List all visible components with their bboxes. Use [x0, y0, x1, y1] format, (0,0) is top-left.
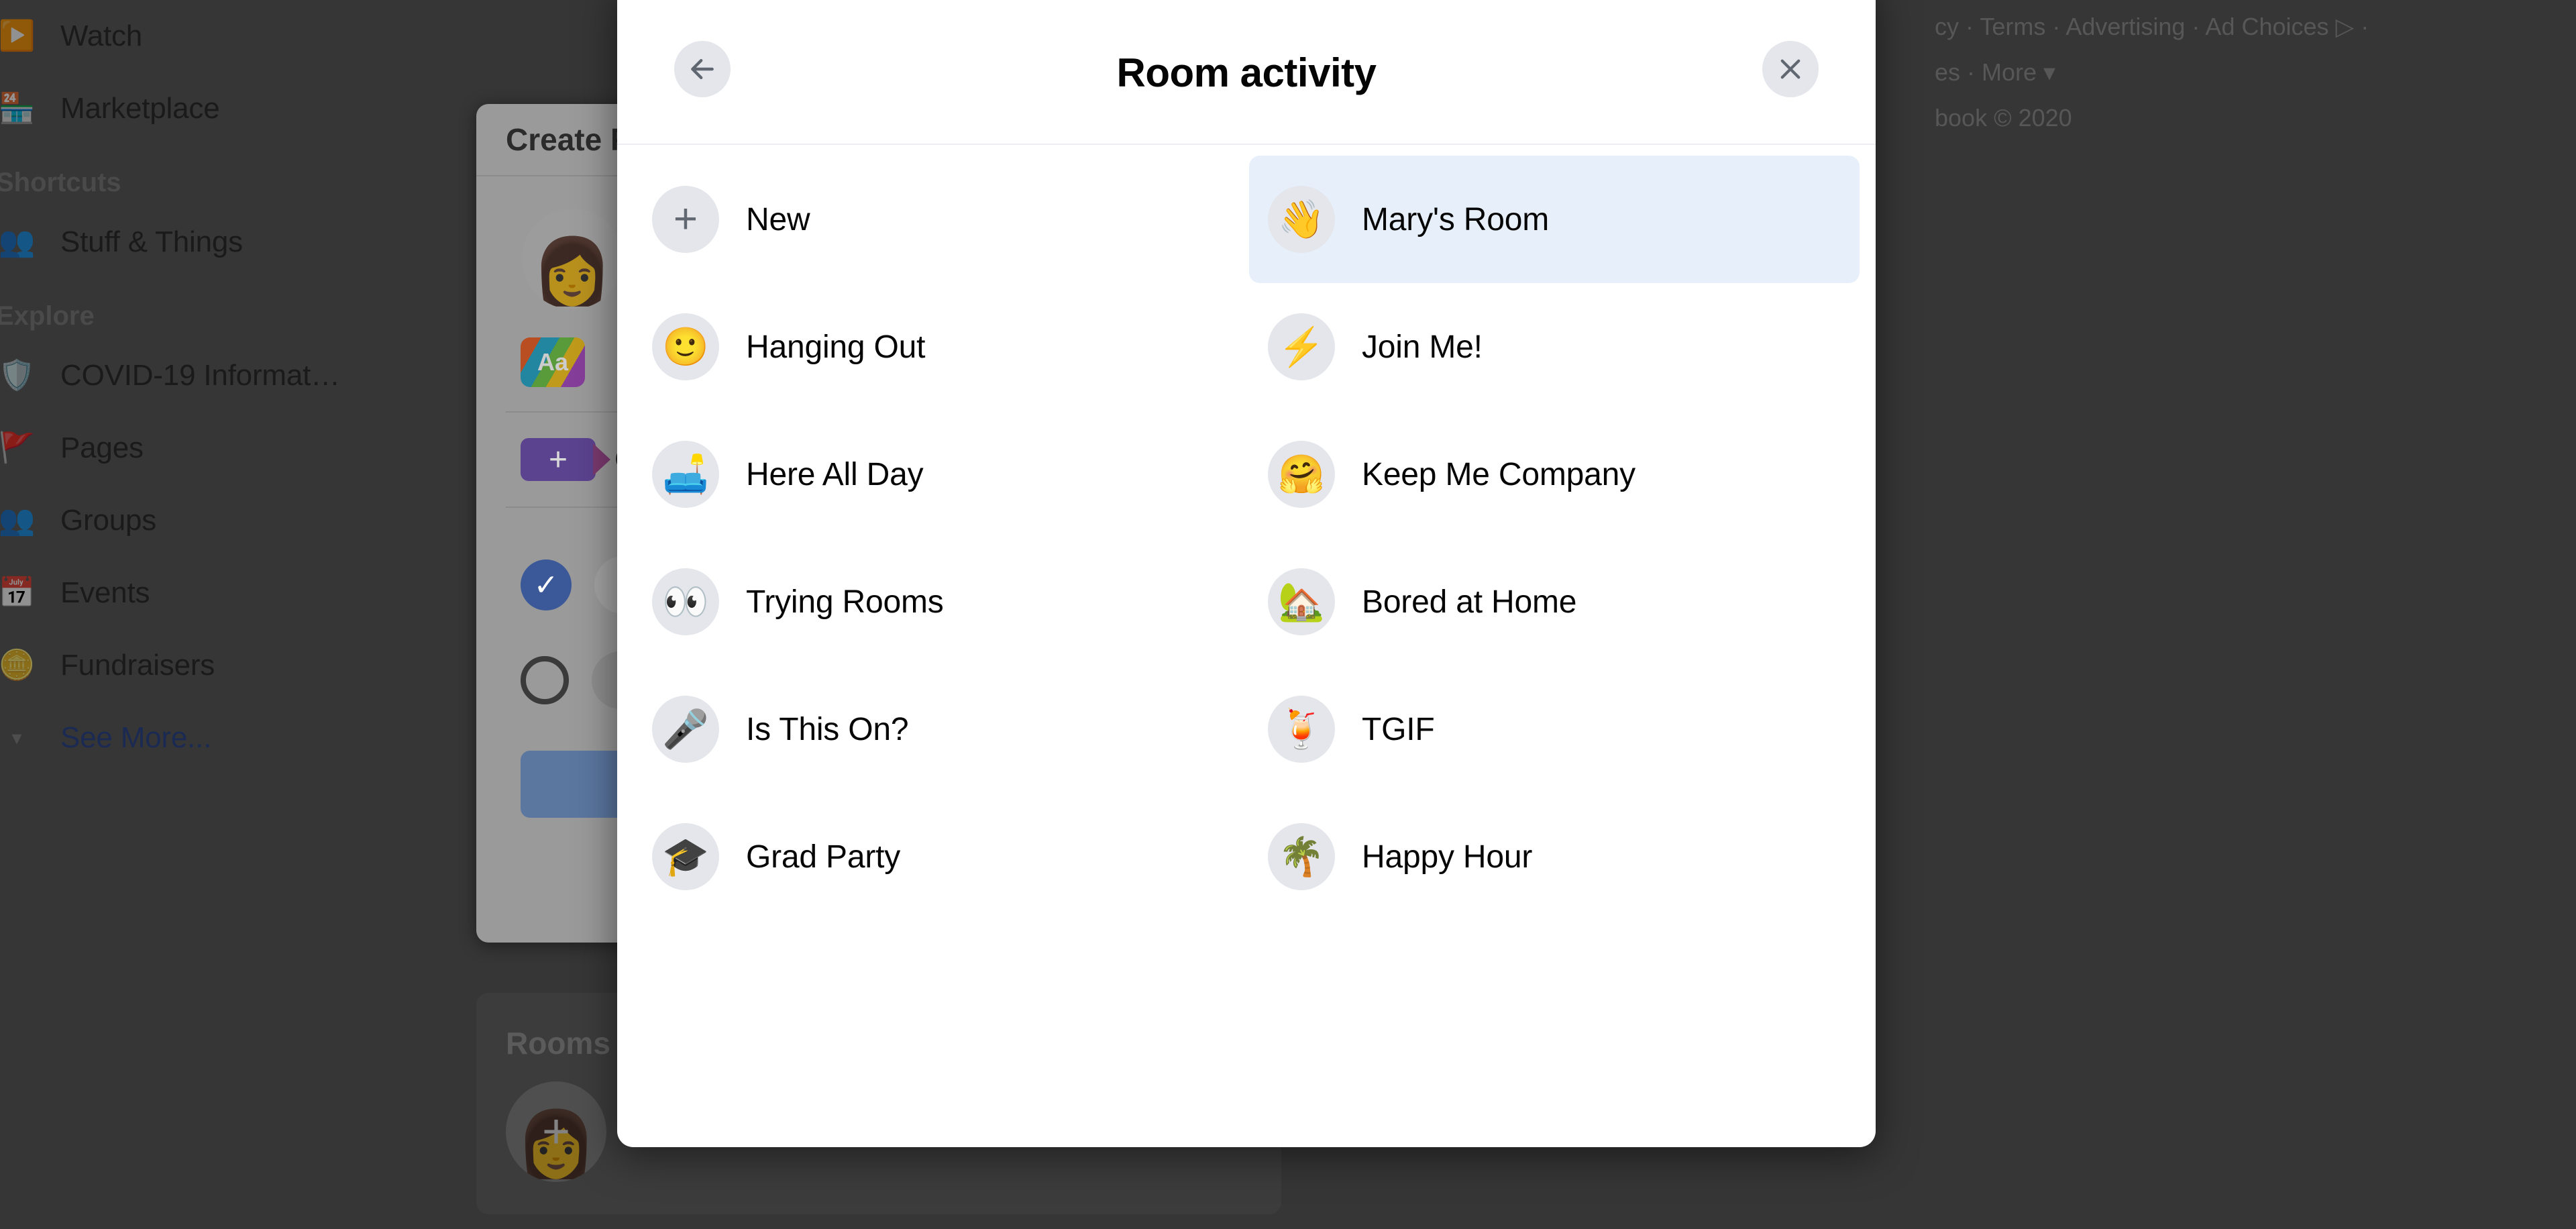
activity-item[interactable]: 🍹 TGIF — [1249, 665, 1860, 793]
arrow-left-icon — [691, 58, 714, 80]
sidebar-heading-explore: Explore — [0, 301, 95, 331]
check-icon: ✓ — [521, 559, 572, 610]
modal-title: Room activity — [1116, 50, 1377, 95]
group-icon: 👥 — [0, 225, 36, 258]
tropical-drink-icon: 🍹 — [1268, 696, 1335, 763]
footer-line-3: book © 2020 — [1935, 104, 2072, 131]
back-button[interactable] — [674, 41, 731, 97]
sidebar-item-label: Groups — [60, 504, 157, 537]
close-button[interactable] — [1762, 41, 1819, 97]
sidebar-item-marketplace[interactable]: 🏪 Marketplace — [0, 72, 470, 145]
graduation-cap-icon: 🎓 — [652, 823, 719, 890]
activity-item-label: Here All Day — [746, 456, 924, 492]
activity-item[interactable]: 👋 Mary's Room — [1249, 156, 1860, 283]
sidebar-item-label: Events — [60, 576, 150, 609]
watch-icon: ▶️ — [0, 19, 36, 52]
room-activity-modal: Room activity + New 👋 Mary's Room 🙂 Hanging O… — [617, 0, 1876, 1147]
palm-tree-icon: 🌴 — [1268, 823, 1335, 890]
avatar: 👩 — [522, 209, 623, 309]
activity-item[interactable]: ⚡ Join Me! — [1249, 283, 1860, 411]
marketplace-icon: 🏪 — [0, 92, 36, 125]
sidebar-see-more-label: See More... — [60, 721, 212, 754]
activity-item[interactable]: + New — [633, 156, 1244, 283]
activity-list: + New 👋 Mary's Room 🙂 Hanging Out ⚡ Join Me! 🛋️ H… — [617, 145, 1876, 920]
activity-item[interactable]: 🎓 Grad Party — [633, 793, 1244, 920]
sidebar-item-pages[interactable]: 🚩 Pages — [0, 412, 470, 484]
activity-item[interactable]: 🤗 Keep Me Company — [1249, 411, 1860, 538]
activity-item-label: Is This On? — [746, 711, 909, 747]
sidebar-item-watch[interactable]: ▶️ Watch — [0, 0, 470, 72]
plus-icon: + — [541, 1105, 571, 1159]
video-camera-plus-icon: + — [521, 438, 596, 481]
create-post-title: Create P — [506, 122, 631, 157]
activity-item-label: Join Me! — [1362, 329, 1483, 365]
events-calendar-icon: 📅 — [0, 576, 36, 609]
avatar[interactable]: 👩 + — [506, 1081, 606, 1182]
sidebar-item-label: Stuff & Things — [60, 225, 243, 258]
modal-header: Room activity — [617, 0, 1876, 145]
activity-item-label: Grad Party — [746, 839, 901, 875]
sidebar-item-label: Pages — [60, 431, 144, 464]
activity-item-label: Bored at Home — [1362, 584, 1577, 620]
sidebar-heading-shortcuts: Shortcuts — [0, 168, 121, 197]
activity-item-label: Happy Hour — [1362, 839, 1533, 875]
sidebar-item-label: COVID-19 Informat… — [60, 359, 340, 392]
page-footer: cy · Terms · Advertising · Ad Choices ▷ … — [1935, 4, 2538, 141]
close-icon — [1780, 59, 1801, 79]
text-background-button[interactable]: Aa — [521, 337, 585, 387]
activity-item-label: Mary's Room — [1362, 201, 1550, 237]
lightning-bolt-icon: ⚡ — [1268, 313, 1335, 380]
activity-item[interactable]: 🛋️ Here All Day — [633, 411, 1244, 538]
smiley-face-icon: 🙂 — [652, 313, 719, 380]
left-sidebar: ▶️ Watch 🏪 Marketplace Shortcuts 👥 Stuff… — [0, 0, 470, 1229]
activity-item-label: Keep Me Company — [1362, 456, 1635, 492]
activity-item[interactable]: 🏡 Bored at Home — [1249, 538, 1860, 665]
sidebar-item-covid-information[interactable]: 🛡️ COVID-19 Informat… — [0, 339, 470, 412]
sidebar-item-label: Watch — [60, 19, 143, 52]
sidebar-item-groups[interactable]: 👥 Groups — [0, 484, 470, 557]
couch-lamp-icon: 🛋️ — [652, 441, 719, 508]
sidebar-item-stuff-and-things[interactable]: 👥 Stuff & Things — [0, 206, 470, 278]
sidebar-item-label: Marketplace — [60, 92, 220, 125]
eyes-icon: 👀 — [652, 568, 719, 635]
waving-hand-icon: 👋 — [1268, 186, 1335, 253]
chevron-down-icon: ▾ — [11, 727, 22, 749]
activity-item-label: TGIF — [1362, 711, 1435, 747]
activity-item[interactable]: 🙂 Hanging Out — [633, 283, 1244, 411]
microphone-icon: 🎤 — [652, 696, 719, 763]
sidebar-see-more[interactable]: ▾ See More... — [0, 702, 470, 774]
footer-line-1[interactable]: cy · Terms · Advertising · Ad Choices ▷ … — [1935, 4, 2538, 50]
radio-icon — [521, 656, 569, 704]
activity-item[interactable]: 👀 Trying Rooms — [633, 538, 1244, 665]
activity-item-label: Hanging Out — [746, 329, 926, 365]
pages-flag-icon: 🚩 — [0, 431, 36, 464]
sidebar-item-events[interactable]: 📅 Events — [0, 557, 470, 629]
activity-item-label: Trying Rooms — [746, 584, 944, 620]
groups-icon: 👥 — [0, 504, 36, 537]
covid-shield-icon: 🛡️ — [0, 359, 36, 392]
sidebar-item-fundraisers[interactable]: 🪙 Fundraisers — [0, 629, 470, 702]
footer-line-2[interactable]: es · More ▾ — [1935, 50, 2538, 95]
smiling-hands-icon: 🤗 — [1268, 441, 1335, 508]
sidebar-item-label: Fundraisers — [60, 649, 215, 682]
plus-icon: + — [652, 186, 719, 253]
activity-item[interactable]: 🌴 Happy Hour — [1249, 793, 1860, 920]
activity-item[interactable]: 🎤 Is This On? — [633, 665, 1244, 793]
house-icon: 🏡 — [1268, 568, 1335, 635]
activity-item-label: New — [746, 201, 810, 237]
fundraisers-icon: 🪙 — [0, 649, 36, 682]
